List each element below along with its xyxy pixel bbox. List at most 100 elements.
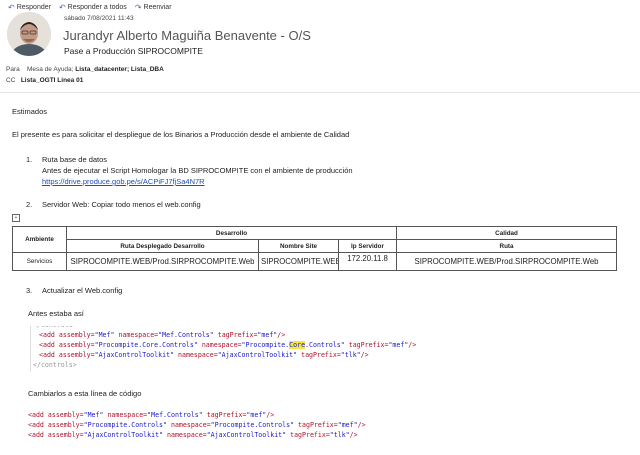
value-tagprefix: "mef" <box>388 341 409 349</box>
code-before-line-3: <add assembly="AjaxControlToolkit" names… <box>33 350 447 360</box>
forward-icon: ↷ <box>134 3 142 12</box>
value-namespace: "AjaxControlToolkit" <box>217 351 298 359</box>
step1-description: Antes de ejecutar el Script Homologar la… <box>42 166 353 175</box>
code-before-line-2: <add assembly="Procompite.Core.Controls"… <box>33 340 447 350</box>
cell-ip: 172.20.11.8 <box>337 252 398 271</box>
to-label: Para <box>6 66 20 73</box>
token-open: <add <box>39 331 55 339</box>
token-namespace: namespace= <box>178 351 218 359</box>
value-tagprefix: "mef" <box>337 421 358 429</box>
value-tagprefix: "tlk" <box>329 431 350 439</box>
value-assembly: "Mef" <box>94 331 115 339</box>
token-namespace: namespace= <box>118 331 159 339</box>
change-label: Cambiarlos a esta línea de código <box>28 389 142 398</box>
value-namespace-highlight: Core <box>289 341 306 349</box>
header-desarrollo: Desarrollo <box>65 226 398 240</box>
token-namespace: namespace= <box>107 411 148 419</box>
code-after-line-1: <add assembly="Mef" namespace="Mef.Contr… <box>28 410 366 420</box>
subheader-ruta-desarrollo: Ruta Desplegado Desarrollo <box>66 239 259 253</box>
token-tagprefix: tagPrefix= <box>301 351 341 359</box>
value-assembly: "AjaxControlToolkit" <box>83 431 164 439</box>
intro-paragraph: El presente es para solicitar el desplie… <box>12 130 350 139</box>
email-subject: Pase a Producción SIPROCOMPITE <box>64 46 203 56</box>
token-namespace: namespace= <box>167 431 207 439</box>
cc-row: CC Lista_OGTI Linea 01 <box>6 77 83 84</box>
value-namespace: "AjaxControlToolkit" <box>206 431 287 439</box>
value-assembly: "Mef" <box>83 411 104 419</box>
cell-nombre-site: SIPROCOMPITE.WEB <box>258 252 339 271</box>
forward-button[interactable]: ↷ Reenviar <box>135 3 172 12</box>
cell-ruta-desarrollo: SIPROCOMPITE.WEB/Prod.SIRPROCOMPITE.Web <box>66 252 259 271</box>
token-close: /> <box>360 351 369 359</box>
token-assembly: assembly= <box>58 351 95 359</box>
header-divider <box>0 92 640 93</box>
token-open: <add <box>28 421 44 429</box>
cell-ruta: SIPROCOMPITE.WEB/Prod.SIRPROCOMPITE.Web <box>396 252 618 271</box>
token-assembly: assembly= <box>58 331 95 339</box>
step3-title: Actualizar el Web.config <box>42 286 123 295</box>
subheader-nombre-site: Nombre Site <box>258 239 339 253</box>
table-move-handle[interactable]: + <box>12 214 20 222</box>
subheader-ip: Ip Servidor <box>337 239 398 253</box>
cc-label: CC <box>6 77 16 84</box>
token-tagprefix: tagPrefix= <box>348 341 389 349</box>
token-tagprefix: tagPrefix= <box>298 421 338 429</box>
value-assembly: "Procompite.Core.Controls" <box>94 341 198 349</box>
drive-link[interactable]: https://drive.produce.gob.pe/s/ACPiFJ7fj… <box>42 177 205 186</box>
token-tagprefix: tagPrefix= <box>290 431 330 439</box>
token-tagprefix: tagPrefix= <box>217 331 258 339</box>
token-open: <add <box>28 411 44 419</box>
greeting: Estimados <box>12 107 48 116</box>
subheader-ruta: Ruta <box>396 239 618 253</box>
token-open: <add <box>28 431 44 439</box>
token-namespace: namespace= <box>170 421 211 429</box>
step1-title: Ruta base de datos <box>42 155 108 164</box>
value-tagprefix: "tlk" <box>340 351 361 359</box>
reply-all-button[interactable]: ↶ Responder a todos <box>59 3 127 12</box>
before-label: Antes estaba así <box>28 309 84 318</box>
value-namespace: "Procompite.Controls" <box>210 421 295 429</box>
header-calidad: Calidad <box>396 226 618 240</box>
value-namespace: "Mef.Controls" <box>147 411 203 419</box>
reading-toolbar: ↶ Responder ↶ Responder a todos ↷ Reenvi… <box>8 3 172 12</box>
header-ambiente: Ambiente <box>12 226 67 253</box>
cc-value[interactable]: Lista_OGTI Linea 01 <box>21 77 84 84</box>
avatar-photo <box>7 12 51 56</box>
step2-number: 2. <box>26 200 33 209</box>
step1-number: 1. <box>26 155 33 164</box>
email-date: sábado 7/08/2021 11:43 <box>64 15 134 22</box>
token-close: /> <box>277 331 286 339</box>
token-close: /> <box>408 341 417 349</box>
avatar[interactable] <box>7 12 51 56</box>
value-namespace: "Mef.Controls" <box>158 331 214 339</box>
to-row: Para Mesa de Ayuda; Lista_datacenter; Li… <box>6 66 164 73</box>
token-assembly: assembly= <box>47 411 84 419</box>
token-open: <add <box>39 351 55 359</box>
code-after-block: <add assembly="Mef" namespace="Mef.Contr… <box>28 410 366 440</box>
code-before-image: </controls> <add assembly="Mef" namespac… <box>30 326 447 372</box>
reply-all-icon: ↶ <box>58 3 66 12</box>
sender-name[interactable]: Jurandyr Alberto Maguiña Benavente - O/S <box>63 28 311 43</box>
value-tagprefix: "mef" <box>257 331 278 339</box>
step2-title: Servidor Web: Copiar todo menos el web.c… <box>42 200 201 209</box>
cut-line-bottom: </controls> <box>33 361 77 369</box>
cell-ambiente: Servicios <box>12 252 67 271</box>
value-namespace-a: "Procompite. <box>241 341 290 349</box>
code-after-line-2: <add assembly="Procompite.Controls" name… <box>28 420 366 430</box>
reply-icon: ↶ <box>8 3 15 12</box>
code-after-line-3: <add assembly="AjaxControlToolkit" names… <box>28 430 366 440</box>
token-tagprefix: tagPrefix= <box>206 411 247 419</box>
reply-button[interactable]: ↶ Responder <box>8 3 51 12</box>
value-tagprefix: "mef" <box>246 411 267 419</box>
to-value-lists[interactable]: Lista_datacenter; Lista_DBA <box>75 66 164 73</box>
value-assembly: "AjaxControlToolkit" <box>94 351 175 359</box>
token-open: <add <box>39 341 55 349</box>
token-close: /> <box>357 421 366 429</box>
step3-number: 3. <box>26 286 33 295</box>
token-assembly: assembly= <box>47 431 84 439</box>
value-assembly: "Procompite.Controls" <box>83 421 167 429</box>
value-namespace-b: .Controls" <box>305 341 345 349</box>
to-value-prefix[interactable]: Mesa de Ayuda; <box>27 66 74 73</box>
token-close: /> <box>349 431 358 439</box>
token-assembly: assembly= <box>58 341 95 349</box>
